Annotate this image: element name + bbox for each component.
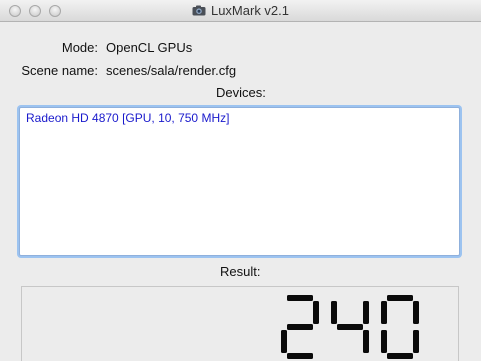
lcd-segment: [363, 301, 369, 324]
lcd-segment: [381, 330, 387, 353]
devices-label: Devices:: [216, 85, 266, 100]
lcd-segment: [331, 301, 337, 324]
lcd-segment: [413, 301, 419, 324]
window-title: LuxMark v2.1: [210, 3, 290, 18]
title-bar[interactable]: LuxMark v2.1: [0, 0, 481, 22]
lcd-segment: [313, 301, 319, 324]
lcd-segment: [413, 330, 419, 353]
lcd-segment: [287, 295, 313, 301]
devices-list[interactable]: Radeon HD 4870 [GPU, 10, 750 MHz]: [19, 107, 460, 256]
lcd-digit-2: [281, 295, 319, 359]
scene-name-label: Scene name:: [21, 63, 98, 78]
lcd-segment: [363, 330, 369, 353]
lcd-segment: [287, 353, 313, 359]
scene-name-value: scenes/sala/render.cfg: [106, 63, 237, 78]
lcd-segment: [287, 324, 313, 330]
lcd-segment: [381, 301, 387, 324]
lcd-segment: [281, 330, 287, 353]
camera-icon: [192, 4, 206, 16]
device-item-radeon-hd-4870[interactable]: Radeon HD 4870 [GPU, 10, 750 MHz]: [26, 111, 229, 125]
lcd-digit-4: [331, 301, 369, 353]
result-lcd-display: 240: [281, 295, 419, 359]
luxmark-window: LuxMark v2.1 Mode: OpenCL GPUs Scene nam…: [0, 0, 481, 361]
mode-label: Mode:: [61, 40, 98, 55]
lcd-segment: [387, 353, 413, 359]
mode-value: OpenCL GPUs: [106, 40, 193, 55]
lcd-digit-0: [381, 295, 419, 359]
result-panel: 240: [21, 286, 459, 361]
result-label: Result:: [220, 264, 261, 279]
lcd-segment: [337, 324, 363, 330]
window-title-area: LuxMark v2.1: [0, 3, 481, 18]
lcd-segment: [387, 295, 413, 301]
